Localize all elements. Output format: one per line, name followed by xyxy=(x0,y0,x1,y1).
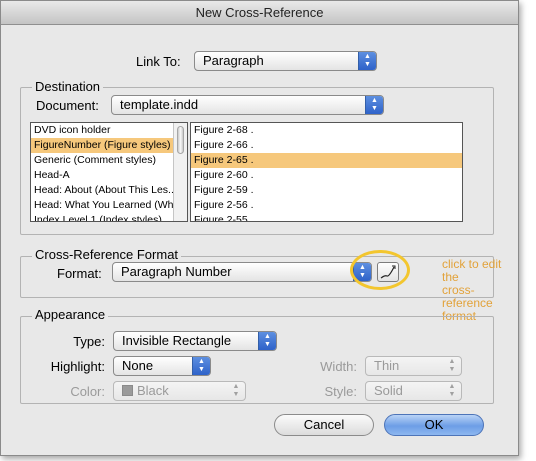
highlight-label: Highlight: xyxy=(50,359,105,374)
pencil-icon xyxy=(380,265,396,279)
paragraphs-list[interactable]: Figure 2-68 . Figure 2-66 . Figure 2-65 .F… xyxy=(190,122,463,222)
popup-arrows-icon: ▲ ▼ xyxy=(448,358,456,373)
destination-group-title: Destination xyxy=(32,79,104,94)
format-popup[interactable]: Paragraph Number ▲ ▼ xyxy=(112,262,372,282)
color-value: Black xyxy=(137,383,169,398)
cancel-button[interactable]: Cancel xyxy=(274,414,374,436)
styles-scrollbar[interactable] xyxy=(173,123,187,221)
popup-arrows-icon: ▲ ▼ xyxy=(358,52,376,70)
highlight-value: None xyxy=(122,358,154,373)
ok-button[interactable]: OK xyxy=(384,414,484,436)
width-value: Thin xyxy=(374,358,400,373)
annotation-line: cross-reference xyxy=(442,283,493,310)
popup-arrows-icon: ▲ ▼ xyxy=(258,332,276,350)
style-value: Solid xyxy=(374,383,403,398)
popup-arrows-icon: ▲ ▼ xyxy=(365,96,383,114)
style-label: Style: xyxy=(324,384,357,399)
list-item[interactable]: Figure 2-65 . xyxy=(191,153,462,168)
link-to-value: Paragraph xyxy=(203,53,264,68)
list-item[interactable]: Figure 2-59 . xyxy=(191,183,462,198)
style-popup[interactable]: Solid ▲ ▼ xyxy=(365,381,462,401)
highlight-popup[interactable]: None ▲ ▼ xyxy=(113,356,211,376)
list-item[interactable]: Head: About (About This Les... xyxy=(31,183,187,198)
list-item[interactable]: Figure 2-56 . xyxy=(191,198,462,213)
list-item[interactable]: Figure 2-55 xyxy=(191,213,462,221)
list-item[interactable]: Figure 2-68 . xyxy=(191,123,462,138)
list-item[interactable]: Head: What You Learned (Wh... xyxy=(31,198,187,213)
list-item[interactable]: Figure 2-66 . xyxy=(191,138,462,153)
document-label: Document: xyxy=(36,98,99,113)
window-title: New Cross-Reference xyxy=(1,1,518,25)
edit-format-button[interactable] xyxy=(377,262,399,282)
document-popup[interactable]: template.indd ▲ ▼ xyxy=(111,95,384,115)
annotation-line: click to edit the xyxy=(442,257,502,284)
color-popup[interactable]: Black ▲ ▼ xyxy=(113,381,246,401)
type-label: Type: xyxy=(73,334,105,349)
width-label: Width: xyxy=(320,359,357,374)
styles-scroll-thumb[interactable] xyxy=(177,126,184,154)
list-item[interactable]: Figure 2-60 . xyxy=(191,168,462,183)
list-item[interactable]: Index Level 1 (Index styles) xyxy=(31,213,187,221)
annotation-callout: click to edit the cross-reference format xyxy=(442,258,518,323)
format-value: Paragraph Number xyxy=(121,264,232,279)
color-label: Color: xyxy=(70,384,105,399)
link-to-popup[interactable]: Paragraph ▲ ▼ xyxy=(194,51,377,71)
width-popup[interactable]: Thin ▲ ▼ xyxy=(365,356,462,376)
popup-arrows-icon: ▲ ▼ xyxy=(448,383,456,398)
format-group-title: Cross-Reference Format xyxy=(32,247,182,262)
appearance-group-title: Appearance xyxy=(32,307,109,322)
list-item[interactable]: DVD icon holder xyxy=(31,123,187,138)
popup-arrows-icon: ▲ ▼ xyxy=(232,383,240,398)
type-value: Invisible Rectangle xyxy=(122,333,232,348)
link-to-label: Link To: xyxy=(136,54,181,69)
list-item[interactable]: Generic (Comment styles) xyxy=(31,153,187,168)
new-cross-reference-dialog: New Cross-Reference Link To: Paragraph ▲… xyxy=(0,0,519,456)
list-item[interactable]: FigureNumber (Figure styles) xyxy=(31,138,187,153)
list-item[interactable]: Head-A xyxy=(31,168,187,183)
format-label: Format: xyxy=(57,266,102,281)
paragraph-styles-list[interactable]: DVD icon holder FigureNumber (Figure styl… xyxy=(30,122,188,222)
color-swatch xyxy=(122,385,133,396)
popup-arrows-icon: ▲ ▼ xyxy=(192,357,210,375)
type-popup[interactable]: Invisible Rectangle ▲ ▼ xyxy=(113,331,277,351)
document-value: template.indd xyxy=(120,97,199,112)
